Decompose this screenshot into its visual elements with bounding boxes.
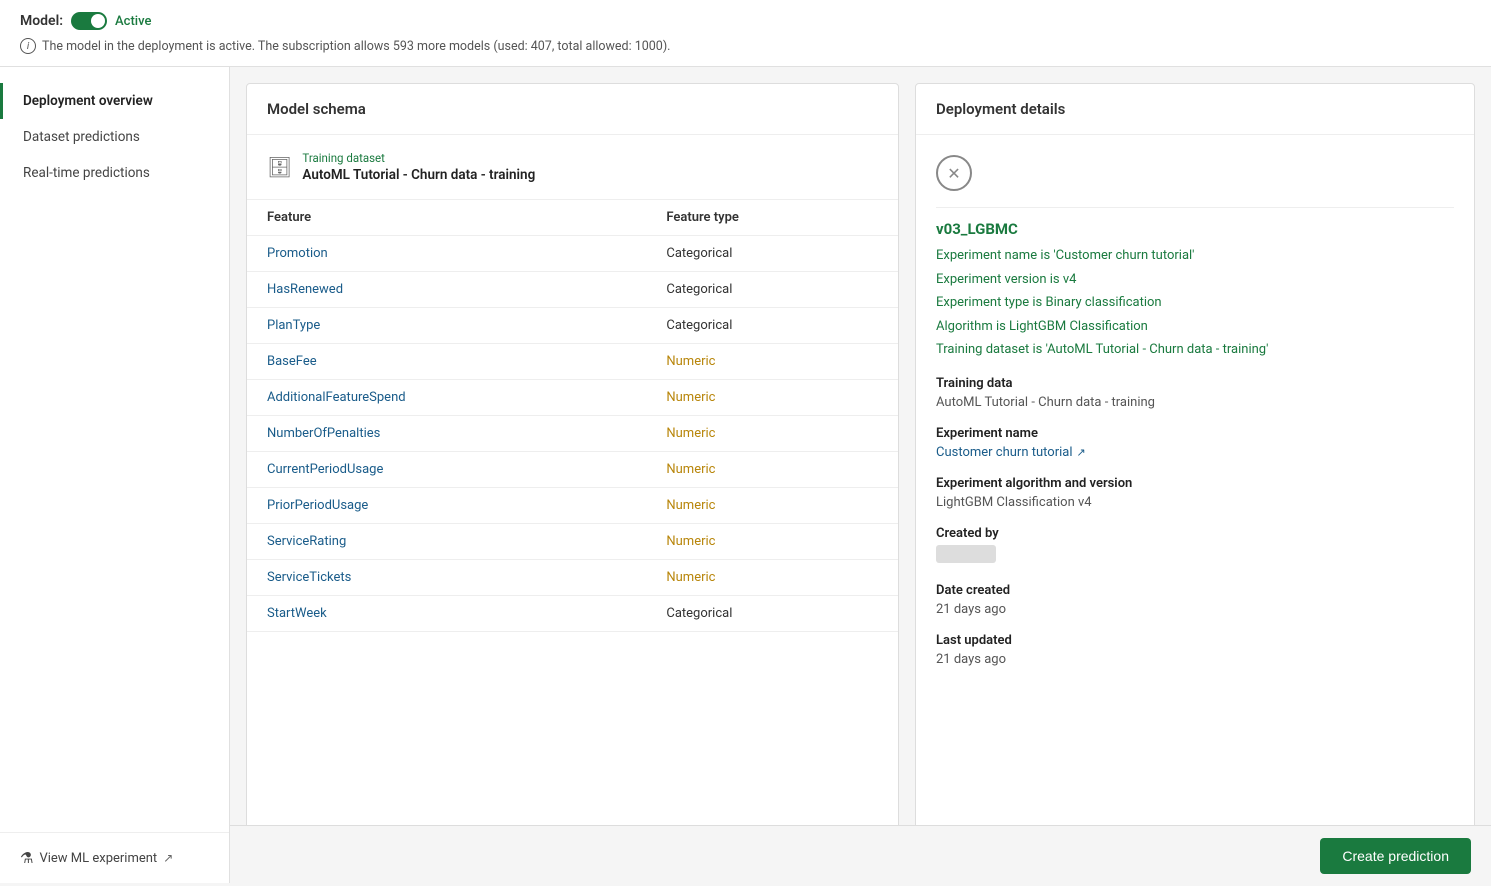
table-row: ServiceTicketsNumeric	[247, 560, 898, 596]
table-row: PromotionCategorical	[247, 236, 898, 272]
table-row: AdditionalFeatureSpendNumeric	[247, 380, 898, 416]
sidebar-item-real-time-predictions[interactable]: Real-time predictions	[0, 155, 229, 191]
table-row: ServiceRatingNumeric	[247, 524, 898, 560]
feature-col-header: Feature	[247, 200, 646, 236]
training-dataset-label: Training dataset	[302, 151, 535, 165]
table-row: StartWeekCategorical	[247, 596, 898, 632]
avatar	[936, 545, 996, 563]
schema-card: Model schema 🗄 Training dataset AutoML T…	[246, 83, 899, 867]
table-row: HasRenewedCategorical	[247, 272, 898, 308]
last-updated-section: Last updated 21 days ago	[936, 633, 1454, 667]
feature-type-col-header: Feature type	[646, 200, 898, 236]
info-icon: i	[20, 38, 36, 54]
database-icon: 🗄	[267, 155, 292, 179]
sidebar-item-dataset-predictions[interactable]: Dataset predictions	[0, 119, 229, 155]
experiment-algo-section: Experiment algorithm and version LightGB…	[936, 476, 1454, 510]
feature-type-cell: Categorical	[646, 308, 898, 344]
feature-type-cell: Numeric	[646, 488, 898, 524]
detail-line: Experiment type is Binary classification	[936, 293, 1454, 313]
feature-name-cell: BaseFee	[247, 344, 646, 380]
training-data-section: Training data AutoML Tutorial - Churn da…	[936, 376, 1454, 410]
feature-type-cell: Categorical	[646, 596, 898, 632]
create-prediction-button[interactable]: Create prediction	[1320, 838, 1471, 874]
feature-name-cell: ServiceTickets	[247, 560, 646, 596]
feature-name-cell: Promotion	[247, 236, 646, 272]
training-dataset-name: AutoML Tutorial - Churn data - training	[302, 167, 535, 183]
experiment-name-value[interactable]: Customer churn tutorial ↗	[936, 445, 1454, 460]
date-created-section: Date created 21 days ago	[936, 583, 1454, 617]
features-table: Feature Feature type PromotionCategorica…	[247, 200, 898, 632]
table-row: NumberOfPenaltiesNumeric	[247, 416, 898, 452]
date-created-value: 21 days ago	[936, 602, 1454, 617]
view-ml-experiment-link[interactable]: ⚗ View ML experiment ↗	[20, 849, 209, 867]
info-message: The model in the deployment is active. T…	[42, 39, 670, 54]
table-row: BaseFeeNumeric	[247, 344, 898, 380]
detail-line: Experiment version is v4	[936, 270, 1454, 290]
feature-name-cell: CurrentPeriodUsage	[247, 452, 646, 488]
model-status-text: Active	[115, 14, 151, 29]
feature-name-cell: NumberOfPenalties	[247, 416, 646, 452]
feature-name-cell: ServiceRating	[247, 524, 646, 560]
feature-type-cell: Numeric	[646, 380, 898, 416]
model-name: v03_LGBMC	[936, 220, 1454, 238]
schema-card-title: Model schema	[247, 84, 898, 135]
feature-type-cell: Numeric	[646, 344, 898, 380]
feature-name-cell: HasRenewed	[247, 272, 646, 308]
feature-type-cell: Categorical	[646, 272, 898, 308]
feature-type-cell: Numeric	[646, 524, 898, 560]
external-link-icon: ↗	[163, 851, 173, 865]
bottom-bar: Create prediction	[230, 825, 1491, 886]
training-dataset-section: 🗄 Training dataset AutoML Tutorial - Chu…	[247, 135, 898, 200]
flask-icon: ⚗	[20, 849, 33, 867]
feature-type-cell: Numeric	[646, 416, 898, 452]
created-by-section: Created by	[936, 526, 1454, 567]
feature-type-cell: Numeric	[646, 452, 898, 488]
table-row: PlanTypeCategorical	[247, 308, 898, 344]
details-card-title: Deployment details	[916, 84, 1474, 135]
table-row: PriorPeriodUsageNumeric	[247, 488, 898, 524]
detail-line: Experiment name is 'Customer churn tutor…	[936, 246, 1454, 266]
feature-type-cell: Numeric	[646, 560, 898, 596]
feature-name-cell: PlanType	[247, 308, 646, 344]
feature-name-cell: StartWeek	[247, 596, 646, 632]
details-card: Deployment details ✕ v03_LGBMC Experimen…	[915, 83, 1475, 867]
experiment-algo-value: LightGBM Classification v4	[936, 495, 1454, 510]
sidebar-item-deployment-overview[interactable]: Deployment overview	[0, 83, 229, 119]
last-updated-value: 21 days ago	[936, 652, 1454, 667]
training-data-value: AutoML Tutorial - Churn data - training	[936, 395, 1454, 410]
table-row: CurrentPeriodUsageNumeric	[247, 452, 898, 488]
feature-name-cell: PriorPeriodUsage	[247, 488, 646, 524]
feature-type-cell: Categorical	[646, 236, 898, 272]
feature-name-cell: AdditionalFeatureSpend	[247, 380, 646, 416]
model-label: Model:	[20, 13, 63, 29]
detail-line: Algorithm is LightGBM Classification	[936, 317, 1454, 337]
model-icon: ✕	[936, 155, 972, 191]
detail-line: Training dataset is 'AutoML Tutorial - C…	[936, 340, 1454, 360]
external-link-icon-2: ↗	[1077, 446, 1086, 459]
model-toggle[interactable]	[71, 12, 107, 30]
experiment-name-section: Experiment name Customer churn tutorial …	[936, 426, 1454, 460]
